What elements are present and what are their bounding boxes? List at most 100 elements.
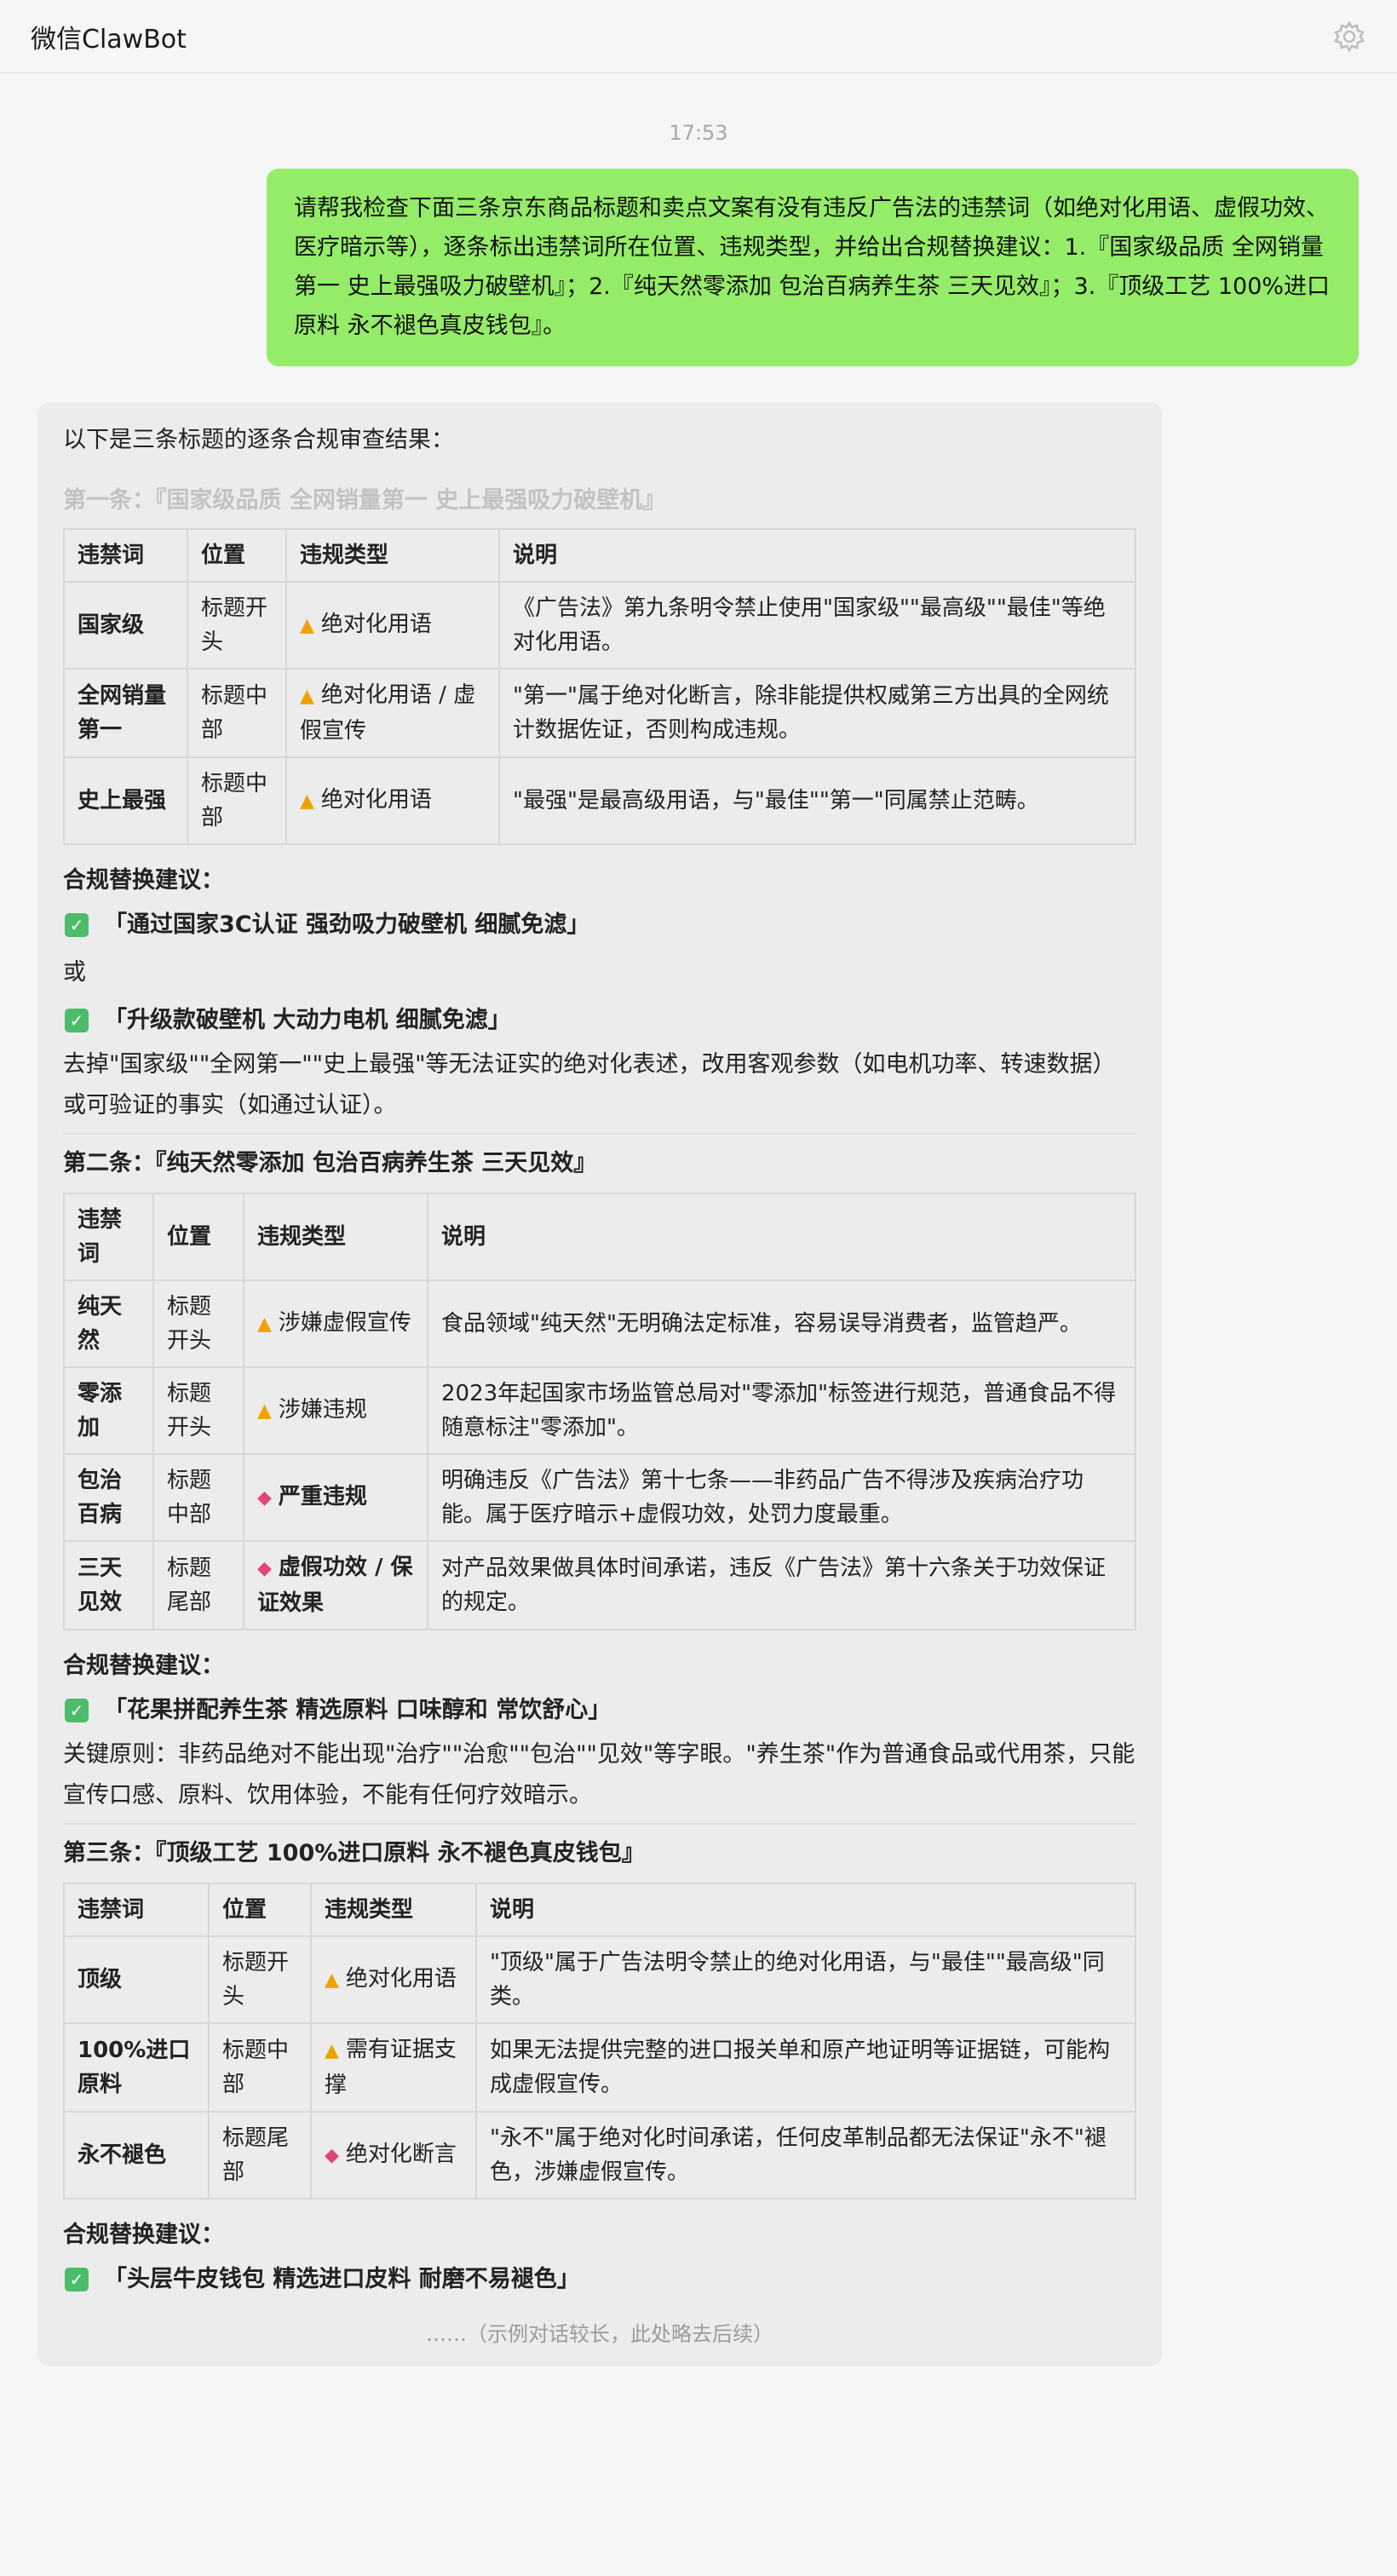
header-position: 位置 (152, 1193, 244, 1281)
cell-type-text: 涉嫌违规 (278, 1397, 367, 1423)
cell-type: ◆ 绝对化断言 (310, 2111, 477, 2199)
cell-word: 纯天然 (63, 1279, 154, 1368)
item2-table: 违禁词 位置 违规类型 说明 纯天然 标题开头 ▲ 涉嫌虚假宣传 食品领域"纯天然… (63, 1193, 1136, 1630)
cell-type-text: 需有证据支撑 (325, 2037, 457, 2098)
cell-word: 全网销量第一 (63, 668, 188, 758)
cell-type: ▲ 涉嫌虚假宣传 (243, 1279, 428, 1368)
cell-position: 标题中部 (208, 2022, 312, 2113)
check-icon: ✓ (65, 913, 89, 937)
cell-desc: 食品领域"纯天然"无明确法定标准，容易误导消费者，监管趋严。 (427, 1279, 1136, 1368)
cell-desc: "顶级"属于广告法明令禁止的绝对化用语，与"最佳""最高级"同类。 (475, 1935, 1136, 2024)
item1-suggest-heading: 合规替换建议： (63, 867, 224, 894)
item3-suggest-heading: 合规替换建议： (63, 2222, 224, 2248)
table-row: 顶级 标题开头 ▲ 绝对化用语 "顶级"属于广告法明令禁止的绝对化用语，与"最佳"… (63, 1935, 1136, 2024)
alarm-icon: ◆ (325, 2145, 339, 2166)
header-position: 位置 (208, 1883, 312, 1937)
table-header-row: 违禁词 位置 违规类型 说明 (63, 528, 1136, 583)
cell-word: 史上最强 (63, 756, 188, 845)
cell-type-text: 涉嫌虚假宣传 (278, 1310, 411, 1336)
header-type: 违规类型 (285, 528, 500, 583)
warning-icon: ▲ (300, 791, 314, 812)
suggestion-text: 「头层牛皮钱包 精选进口皮料 耐磨不易褪色」 (104, 2266, 580, 2292)
cell-type: ▲ 需有证据支撑 (310, 2022, 477, 2113)
message-timestamp: 17:53 (669, 121, 728, 145)
table-row: 全网销量第一 标题中部 ▲ 绝对化用语 / 虚假宣传 "第一"属于绝对化断言，除非… (63, 668, 1136, 758)
cell-desc: "永不"属于绝对化时间承诺，任何皮革制品都无法保证"永不"褪色，涉嫌虚假宣传。 (475, 2111, 1136, 2199)
warning-icon: ▲ (257, 1314, 272, 1335)
cell-word: 零添加 (63, 1366, 154, 1455)
check-icon: ✓ (65, 1699, 89, 1722)
bot-intro: 以下是三条标题的逐条合规审查结果： (63, 427, 454, 453)
cell-word: 包治百病 (63, 1453, 154, 1542)
item2-note: 关键原则：非药品绝对不能出现"治疗""治愈""包治""见效"等字眼。"养生茶"作… (63, 1741, 1135, 1808)
cell-desc: 2023年起国家市场监管总局对"零添加"标签进行规范，普通食品不得随意标注"零添… (427, 1366, 1136, 1455)
cell-position: 标题中部 (152, 1453, 244, 1542)
user-message-bubble: 请帮我检查下面三条京东商品标题和卖点文案有没有违反广告法的违禁词（如绝对化用语、… (267, 169, 1359, 366)
title-bar: 微信ClawBot (0, 0, 1397, 73)
header-word: 违禁词 (63, 1193, 154, 1281)
cell-type: ▲ 涉嫌违规 (243, 1366, 428, 1455)
cell-position: 标题中部 (187, 668, 287, 758)
alarm-icon: ◆ (257, 1487, 272, 1509)
table-row: 零添加 标题开头 ▲ 涉嫌违规 2023年起国家市场监管总局对"零添加"标签进行规… (63, 1366, 1136, 1455)
item2-suggest-heading: 合规替换建议： (63, 1653, 224, 1679)
table-header-row: 违禁词 位置 违规类型 说明 (63, 1883, 1136, 1937)
cell-desc: 明确违反《广告法》第十七条——非药品广告不得涉及疾病治疗功能。属于医疗暗示+虚假… (427, 1453, 1136, 1542)
header-type: 违规类型 (243, 1193, 428, 1281)
cell-type-text: 绝对化用语 (320, 787, 432, 813)
warning-icon: ▲ (325, 2040, 339, 2061)
cell-type: ▲ 绝对化用语 (310, 1935, 477, 2024)
item3-title: 第三条：『顶级工艺 100%进口原料 永不褪色真皮钱包』 (63, 1840, 645, 1866)
cell-type-text: 绝对化断言 (345, 2142, 457, 2167)
gear-icon[interactable] (1332, 20, 1366, 54)
suggestion-text: 「通过国家3C认证 强劲吸力破壁机 细腻免滤」 (104, 911, 590, 938)
warning-icon: ▲ (257, 1400, 272, 1422)
cell-desc: 对产品效果做具体时间承诺，违反《广告法》第十六条关于功效保证的规定。 (427, 1540, 1136, 1630)
table-row: 史上最强 标题中部 ▲ 绝对化用语 "最强"是最高级用语，与"最佳""第一"同属禁… (63, 756, 1136, 845)
cell-position: 标题开头 (152, 1279, 244, 1368)
item1-suggestion-b: ✓ 「升级款破壁机 大动力电机 细腻免滤」 (63, 997, 1136, 1044)
table-row: 100%进口原料 标题中部 ▲ 需有证据支撑 如果无法提供完整的进口报关单和原产地… (63, 2022, 1136, 2113)
cell-desc: "最强"是最高级用语，与"最佳""第一"同属禁止范畴。 (498, 756, 1136, 845)
cell-type-text: 严重违规 (278, 1484, 367, 1509)
table-row: 三天见效 标题尾部 ◆ 虚假功效 / 保证效果 对产品效果做具体时间承诺，违反《广… (63, 1540, 1136, 1630)
truncated-note: ……（示例对话较长，此处略去后续） (426, 2322, 773, 2346)
cell-position: 标题尾部 (152, 1540, 244, 1630)
header-type: 违规类型 (310, 1883, 477, 1937)
suggestion-text: 「升级款破壁机 大动力电机 细腻免滤」 (104, 1007, 511, 1033)
cell-type: ◆ 严重违规 (243, 1453, 428, 1542)
cell-type-text: 绝对化用语 / 虚假宣传 (300, 682, 476, 744)
cell-type: ◆ 虚假功效 / 保证效果 (243, 1540, 428, 1630)
cell-desc: "第一"属于绝对化断言，除非能提供权威第三方出具的全网统计数据佐证，否则构成违规… (498, 668, 1136, 758)
cell-type: ▲ 绝对化用语 (285, 756, 500, 845)
cell-word: 顶级 (63, 1935, 210, 2024)
cell-desc: 《广告法》第九条明令禁止使用"国家级""最高级""最佳"等绝对化用语。 (498, 581, 1136, 670)
cell-desc: 如果无法提供完整的进口报关单和原产地证明等证据链，可能构成虚假宣传。 (475, 2022, 1136, 2113)
table-row: 国家级 标题开头 ▲ 绝对化用语 《广告法》第九条明令禁止使用"国家级""最高级"… (63, 581, 1136, 670)
cell-word: 100%进口原料 (63, 2022, 210, 2113)
warning-icon: ▲ (325, 1969, 339, 1991)
item1-suggestion-a: ✓ 「通过国家3C认证 强劲吸力破壁机 细腻免滤」 (63, 901, 1136, 949)
alarm-icon: ◆ (257, 1558, 272, 1579)
header-word: 违禁词 (63, 528, 188, 583)
cell-position: 标题尾部 (208, 2111, 312, 2199)
check-icon: ✓ (65, 2268, 89, 2291)
table-row: 包治百病 标题中部 ◆ 严重违规 明确违反《广告法》第十七条——非药品广告不得涉及… (63, 1453, 1136, 1542)
table-header-row: 违禁词 位置 违规类型 说明 (63, 1193, 1136, 1281)
item1-title: 第一条：『国家级品质 全网销量第一 史上最强吸力破壁机』 (63, 487, 666, 514)
cell-word: 永不褪色 (63, 2111, 210, 2199)
cell-type-text: 绝对化用语 (345, 1966, 457, 1992)
check-icon: ✓ (65, 1009, 89, 1032)
item1-note: 去掉"国家级""全网第一""史上最强"等无法证实的绝对化表述，改用客观参数（如电… (63, 1051, 1116, 1118)
header-desc: 说明 (475, 1883, 1136, 1937)
cell-type-text: 绝对化用语 (320, 612, 432, 637)
cell-position: 标题开头 (152, 1366, 244, 1455)
item2-title: 第二条：『纯天然零添加 包治百病养生茶 三天见效』 (63, 1150, 597, 1176)
cell-word: 三天见效 (63, 1540, 154, 1630)
header-word: 违禁词 (63, 1883, 210, 1937)
item3-suggestion-a: ✓ 「头层牛皮钱包 精选进口皮料 耐磨不易褪色」 (63, 2256, 1136, 2303)
header-desc: 说明 (427, 1193, 1136, 1281)
divider (63, 1823, 1136, 1825)
cell-type: ▲ 绝对化用语 / 虚假宣传 (285, 668, 500, 758)
item1-table: 违禁词 位置 违规类型 说明 国家级 标题开头 ▲ 绝对化用语 《广告法》第九条明… (63, 528, 1136, 845)
